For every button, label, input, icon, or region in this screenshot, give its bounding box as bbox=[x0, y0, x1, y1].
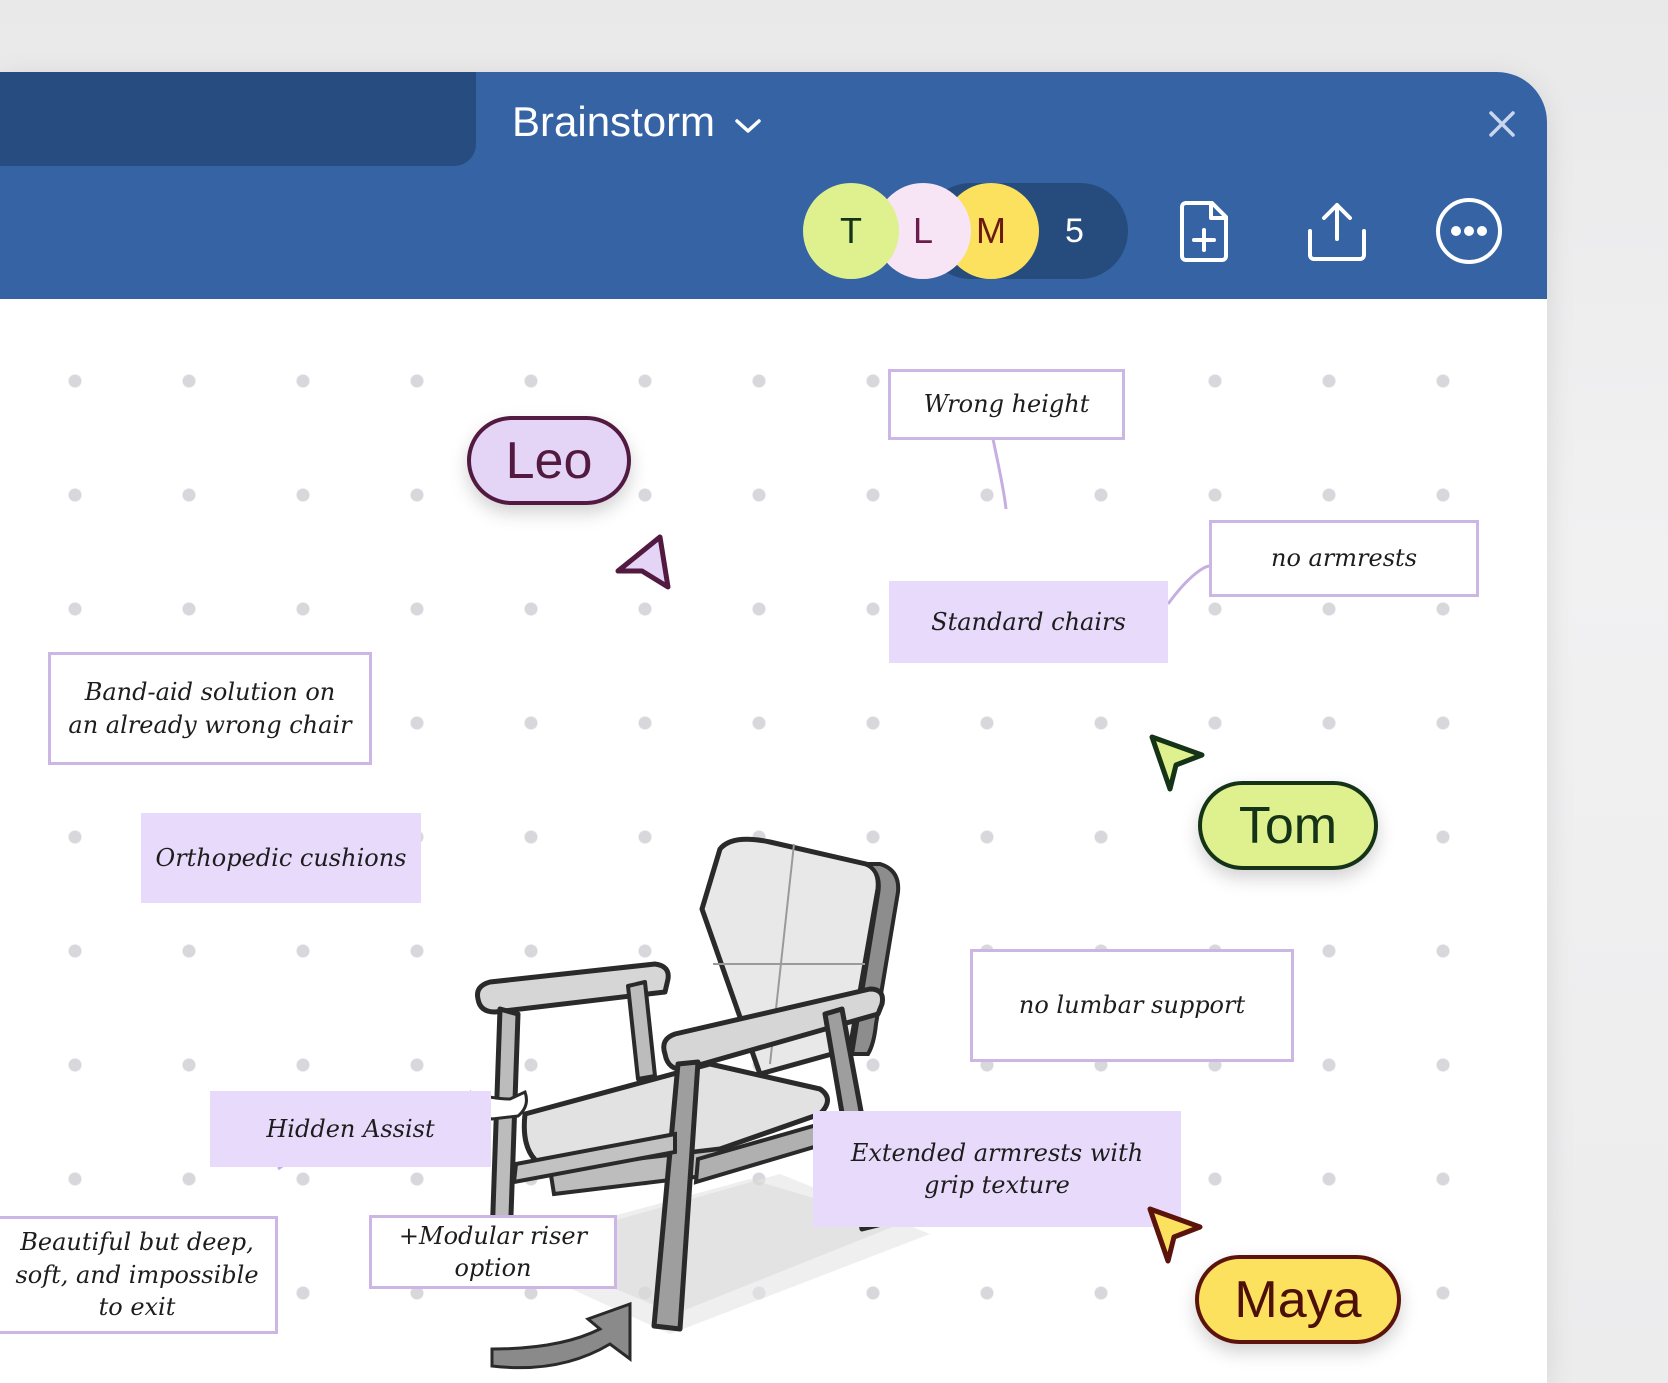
whiteboard-window: Brainstorm 5 M L T Wrong height no armre… bbox=[0, 72, 1547, 1383]
note-standard-chairs[interactable]: Standard chairs bbox=[889, 581, 1168, 663]
note-band-aid-solution[interactable]: Band-aid solution on an already wrong ch… bbox=[48, 652, 372, 765]
cursor-label-maya: Maya bbox=[1195, 1255, 1401, 1344]
note-beautiful-but-deep[interactable]: Beautiful but deep, soft, and impossible… bbox=[0, 1216, 278, 1334]
collaborator-count: 5 bbox=[1065, 212, 1084, 250]
whiteboard-canvas[interactable]: Wrong height no armrests Standard chairs… bbox=[0, 299, 1547, 1383]
note-extended-armrests[interactable]: Extended armrests with grip texture bbox=[813, 1111, 1181, 1227]
cursor-arrow-leo-icon bbox=[615, 534, 671, 590]
cursor-arrow-tom-icon bbox=[1149, 734, 1205, 792]
board-title: Brainstorm bbox=[512, 98, 716, 145]
more-horizontal-icon[interactable] bbox=[1434, 196, 1504, 266]
collaborator-avatars[interactable]: 5 M L T bbox=[803, 183, 1128, 279]
upload-icon[interactable] bbox=[1302, 196, 1372, 266]
avatar-t[interactable]: T bbox=[803, 183, 899, 279]
file-plus-icon[interactable] bbox=[1170, 196, 1240, 266]
note-hidden-assist[interactable]: Hidden Assist bbox=[210, 1091, 491, 1167]
header-bar: Brainstorm 5 M L T bbox=[0, 72, 1547, 299]
chevron-down-icon[interactable] bbox=[733, 98, 763, 146]
inactive-tab[interactable] bbox=[0, 72, 476, 166]
note-no-armrests[interactable]: no armrests bbox=[1209, 520, 1479, 597]
close-icon[interactable] bbox=[1478, 100, 1526, 148]
cursor-arrow-maya-icon bbox=[1147, 1206, 1203, 1264]
board-tab[interactable]: Brainstorm bbox=[512, 92, 763, 152]
cursor-label-tom: Tom bbox=[1198, 781, 1378, 870]
note-modular-riser[interactable]: +Modular riser option bbox=[369, 1215, 617, 1289]
note-orthopedic-cushions[interactable]: Orthopedic cushions bbox=[141, 813, 421, 903]
note-wrong-height[interactable]: Wrong height bbox=[888, 369, 1125, 440]
cursor-label-leo: Leo bbox=[467, 416, 631, 505]
note-no-lumbar-support[interactable]: no lumbar support bbox=[970, 949, 1294, 1062]
chair-sketch-image bbox=[470, 836, 930, 1370]
